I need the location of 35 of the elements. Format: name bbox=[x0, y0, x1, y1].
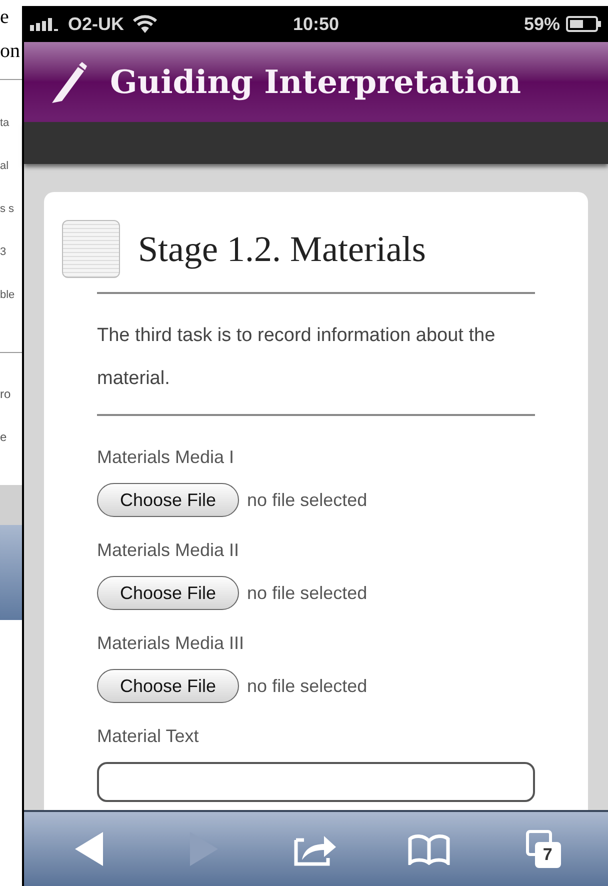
file-status-text: no file selected bbox=[247, 582, 368, 604]
tab-count-badge: 7 bbox=[534, 842, 561, 868]
pencil-icon bbox=[50, 61, 88, 103]
back-arrow-icon bbox=[75, 832, 106, 866]
tabs-button[interactable]: 7 bbox=[512, 824, 572, 874]
carrier-name: O2-UK bbox=[68, 12, 124, 36]
intro-paragraph: The third task is to record information about the material. bbox=[97, 324, 496, 391]
battery-percentage: 59% bbox=[524, 12, 560, 36]
choose-file-button[interactable]: Choose File bbox=[97, 669, 240, 703]
field-label: Material Text bbox=[97, 725, 200, 748]
background-text: e bbox=[0, 429, 8, 446]
field-label: Materials Media II bbox=[97, 539, 240, 562]
app-title: Guiding Interpretation bbox=[110, 62, 521, 103]
text-input-field[interactable] bbox=[97, 762, 535, 802]
clock-time: 10:50 bbox=[292, 12, 340, 36]
background-text: ro bbox=[0, 386, 12, 403]
file-status-text: no file selected bbox=[247, 488, 368, 512]
file-status-text: no file selected bbox=[247, 674, 368, 698]
wifi-icon bbox=[132, 14, 158, 34]
stage-title: Stage 1.2. Materials bbox=[138, 228, 426, 271]
background-text: ta bbox=[0, 116, 10, 131]
background-text: 3 bbox=[0, 245, 8, 260]
choose-file-button[interactable]: Choose File bbox=[97, 483, 240, 517]
notepad-icon bbox=[62, 220, 120, 278]
field-label: Materials Media III bbox=[97, 632, 246, 655]
signal-strength-icon bbox=[30, 17, 60, 31]
background-text: al bbox=[0, 159, 10, 174]
background-heading-text: e bbox=[0, 5, 10, 30]
choose-file-button[interactable]: Choose File bbox=[97, 576, 240, 610]
background-text: ble bbox=[0, 288, 16, 303]
field-label: Materials Media I bbox=[97, 446, 236, 469]
background-text: s s bbox=[0, 202, 16, 217]
battery-icon bbox=[566, 16, 602, 32]
background-heading-text: on bbox=[0, 39, 21, 64]
open-book-icon bbox=[406, 833, 452, 865]
